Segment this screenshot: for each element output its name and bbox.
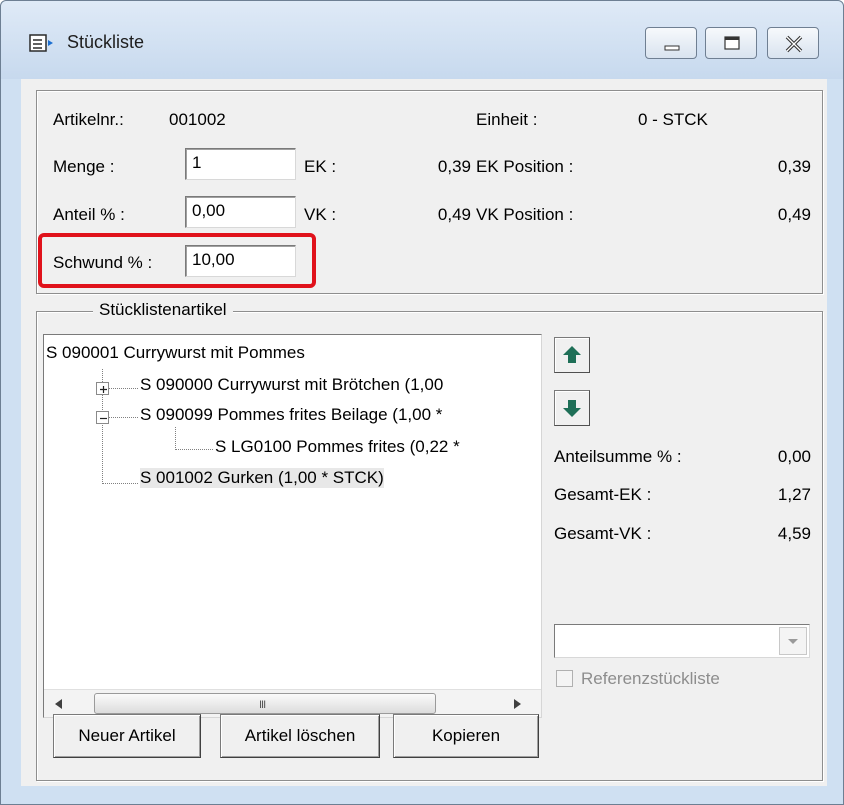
arrow-up-icon (563, 346, 581, 363)
einheit-label: Einheit : (476, 110, 538, 129)
menge-label: Menge : (53, 157, 115, 176)
title-bar[interactable]: Stückliste (1, 1, 843, 79)
gesamt-ek-label: Gesamt-EK : (554, 485, 652, 504)
tree-connector (102, 483, 138, 484)
vk-position-label: VK Position : (476, 205, 574, 224)
ek-position-value: 0,39 (777, 157, 811, 176)
tree-connector (108, 417, 138, 418)
scroll-right-icon[interactable] (510, 697, 524, 711)
ek-position-label: EK Position : (476, 157, 574, 176)
move-up-button[interactable] (554, 337, 590, 373)
vk-position-value: 0,49 (777, 205, 811, 224)
referenz-checkbox[interactable] (556, 670, 573, 687)
anteilsumme-label: Anteilsumme % : (554, 447, 682, 466)
tree-item-root[interactable]: S 090001 Currywurst mit Pommes (46, 343, 305, 363)
anteil-label: Anteil % : (53, 205, 125, 224)
einheit-value: 0 - STCK (638, 110, 708, 129)
close-icon (785, 35, 803, 53)
artikel-loeschen-button[interactable]: Artikel löschen (220, 714, 380, 758)
scroll-thumb[interactable]: III (94, 693, 436, 714)
scroll-grip: III (259, 699, 266, 711)
vk-label: VK : (304, 205, 337, 224)
kopieren-button[interactable]: Kopieren (393, 714, 539, 758)
app-icon (29, 34, 53, 52)
gesamt-ek-value: 1,27 (777, 485, 811, 504)
tree-item-pommes-frites[interactable]: S LG0100 Pommes frites (0,22 * (215, 437, 460, 457)
menge-input[interactable]: 1 (185, 148, 296, 180)
neuer-artikel-button[interactable]: Neuer Artikel (53, 714, 201, 758)
referenz-label: Referenzstückliste (581, 669, 720, 688)
anteilsumme-value: 0,00 (777, 447, 811, 466)
gesamt-vk-value: 4,59 (777, 524, 811, 543)
vk-value: 0,49 (437, 205, 471, 224)
tree-connector (175, 427, 176, 450)
minimize-icon (664, 45, 680, 51)
stuecklistenartikel-group-title: Stücklistenartikel (93, 300, 233, 320)
schwund-highlight-box (38, 233, 316, 288)
artikelnr-label: Artikelnr.: (53, 110, 124, 129)
artikelnr-value: 001002 (169, 110, 226, 129)
referenz-combobox[interactable] (554, 624, 810, 658)
minimize-button[interactable] (645, 27, 697, 59)
ek-label: EK : (304, 157, 337, 176)
tree-item-currywurst-broetchen[interactable]: S 090000 Currywurst mit Brötchen (1,00 (140, 375, 443, 395)
ek-value: 0,39 (437, 157, 471, 176)
window-title: Stückliste (67, 32, 145, 52)
arrow-down-icon (563, 400, 581, 417)
tree-connector (108, 388, 138, 389)
bom-tree-view[interactable]: S 090001 Currywurst mit Pommes S 090000 … (43, 334, 542, 718)
horizontal-scrollbar[interactable]: III (44, 689, 541, 717)
tree-connector (175, 449, 213, 450)
anteil-input[interactable]: 0,00 (185, 196, 296, 228)
combo-dropdown-button[interactable] (779, 627, 807, 655)
tree-item-pommes-beilage[interactable]: S 090099 Pommes frites Beilage (1,00 * (140, 405, 442, 425)
scroll-left-icon[interactable] (52, 697, 66, 711)
gesamt-vk-label: Gesamt-VK : (554, 524, 652, 543)
collapse-minus-icon[interactable] (96, 411, 109, 424)
move-down-button[interactable] (554, 390, 590, 426)
chevron-down-icon (788, 639, 798, 644)
stueckliste-window: Stückliste Artikelnr.: 001002 Einheit : … (0, 0, 844, 805)
tree-item-gurken[interactable]: S 001002 Gurken (1,00 * STCK) (140, 468, 384, 488)
expand-plus-icon[interactable] (96, 382, 109, 395)
maximize-button[interactable] (705, 27, 757, 59)
close-button[interactable] (767, 27, 819, 59)
maximize-icon (724, 36, 740, 50)
